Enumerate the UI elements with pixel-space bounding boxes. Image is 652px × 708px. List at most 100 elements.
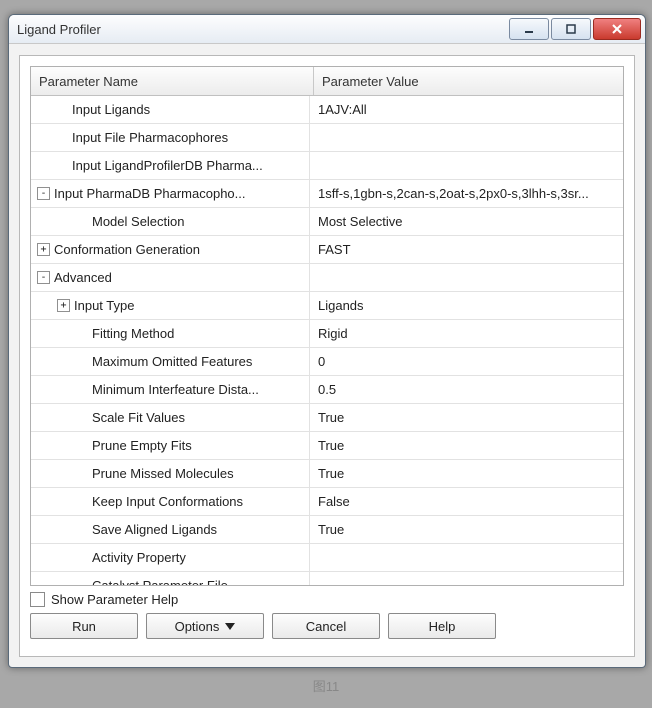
parameter-value: Ligands bbox=[318, 298, 364, 313]
parameter-value-cell[interactable]: 1sff-s,1gbn-s,2can-s,2oat-s,2px0-s,3lhh-… bbox=[310, 180, 623, 207]
parameter-name: Input PharmaDB Pharmacopho... bbox=[54, 186, 246, 201]
parameter-value-cell[interactable]: True bbox=[310, 460, 623, 487]
parameter-name: Input File Pharmacophores bbox=[72, 130, 228, 145]
parameter-value-cell[interactable] bbox=[310, 264, 623, 291]
parameter-name: Scale Fit Values bbox=[92, 410, 185, 425]
parameter-name-cell[interactable]: Input Ligands bbox=[31, 96, 310, 123]
parameter-value-cell[interactable]: Most Selective bbox=[310, 208, 623, 235]
parameter-row[interactable]: Catalyst Parameter File bbox=[31, 572, 623, 586]
parameter-value-cell[interactable] bbox=[310, 152, 623, 179]
expander-placeholder bbox=[77, 552, 88, 563]
parameter-name-cell[interactable]: Maximum Omitted Features bbox=[31, 348, 310, 375]
parameter-row[interactable]: + Conformation Generation FAST bbox=[31, 236, 623, 264]
help-label: Help bbox=[429, 619, 456, 634]
parameter-value-cell[interactable]: Rigid bbox=[310, 320, 623, 347]
cancel-button[interactable]: Cancel bbox=[272, 613, 380, 639]
close-button[interactable] bbox=[593, 18, 641, 40]
parameter-grid[interactable]: Parameter Name Parameter Value Input Lig… bbox=[30, 66, 624, 586]
expander-placeholder bbox=[57, 104, 68, 115]
expander-placeholder bbox=[77, 412, 88, 423]
parameter-row[interactable]: Fitting MethodRigid bbox=[31, 320, 623, 348]
parameter-value-cell[interactable]: Ligands bbox=[310, 292, 623, 319]
parameter-row[interactable]: Input Ligands 1AJV:All bbox=[31, 96, 623, 124]
parameter-value: 1sff-s,1gbn-s,2can-s,2oat-s,2px0-s,3lhh-… bbox=[318, 186, 589, 201]
parameter-row[interactable]: Prune Empty Fits True bbox=[31, 432, 623, 460]
caret-down-icon bbox=[225, 623, 235, 630]
parameter-value-cell[interactable] bbox=[310, 544, 623, 571]
parameter-name-cell[interactable]: Input LigandProfilerDB Pharma... bbox=[31, 152, 310, 179]
parameter-value-cell[interactable]: True bbox=[310, 432, 623, 459]
parameter-value-cell[interactable]: FAST bbox=[310, 236, 623, 263]
collapse-icon[interactable]: - bbox=[37, 187, 50, 200]
parameter-name-cell[interactable]: + Input Type bbox=[31, 292, 310, 319]
run-button[interactable]: Run bbox=[30, 613, 138, 639]
parameter-value-cell[interactable]: 1AJV:All bbox=[310, 96, 623, 123]
parameter-value: True bbox=[318, 438, 344, 453]
parameter-row[interactable]: Prune Missed Molecules True bbox=[31, 460, 623, 488]
expand-icon[interactable]: + bbox=[37, 243, 50, 256]
parameter-row[interactable]: Activity Property bbox=[31, 544, 623, 572]
parameter-name: Input LigandProfilerDB Pharma... bbox=[72, 158, 263, 173]
parameter-row[interactable]: -Advanced bbox=[31, 264, 623, 292]
parameter-value-cell[interactable]: 0.5 bbox=[310, 376, 623, 403]
parameter-value-cell[interactable] bbox=[310, 572, 623, 586]
parameter-value: True bbox=[318, 410, 344, 425]
parameter-value-cell[interactable]: 0 bbox=[310, 348, 623, 375]
parameter-value: 0 bbox=[318, 354, 325, 369]
parameter-row[interactable]: Save Aligned Ligands True bbox=[31, 516, 623, 544]
parameter-name-cell[interactable]: Save Aligned Ligands bbox=[31, 516, 310, 543]
parameter-value: True bbox=[318, 466, 344, 481]
parameter-name-cell[interactable]: + Conformation Generation bbox=[31, 236, 310, 263]
expander-placeholder bbox=[77, 580, 88, 586]
parameter-name-cell[interactable]: Fitting Method bbox=[31, 320, 310, 347]
parameter-name-cell[interactable]: Activity Property bbox=[31, 544, 310, 571]
column-header-name[interactable]: Parameter Name bbox=[31, 67, 314, 95]
expander-placeholder bbox=[77, 524, 88, 535]
parameter-row[interactable]: Maximum Omitted Features 0 bbox=[31, 348, 623, 376]
parameter-name-cell[interactable]: -Input PharmaDB Pharmacopho... bbox=[31, 180, 310, 207]
parameter-row[interactable]: Minimum Interfeature Dista...0.5 bbox=[31, 376, 623, 404]
parameter-name: Save Aligned Ligands bbox=[92, 522, 217, 537]
parameter-name-cell[interactable]: Prune Empty Fits bbox=[31, 432, 310, 459]
parameter-row[interactable]: Model SelectionMost Selective bbox=[31, 208, 623, 236]
parameter-value-cell[interactable]: True bbox=[310, 404, 623, 431]
client-area: Parameter Name Parameter Value Input Lig… bbox=[19, 55, 635, 657]
parameter-value-cell[interactable]: False bbox=[310, 488, 623, 515]
parameter-row[interactable]: Keep Input Conformations False bbox=[31, 488, 623, 516]
parameter-row[interactable]: Input LigandProfilerDB Pharma... bbox=[31, 152, 623, 180]
parameter-name-cell[interactable]: -Advanced bbox=[31, 264, 310, 291]
parameter-name: Keep Input Conformations bbox=[92, 494, 243, 509]
parameter-name-cell[interactable]: Input File Pharmacophores bbox=[31, 124, 310, 151]
parameter-value-cell[interactable]: True bbox=[310, 516, 623, 543]
parameter-name: Conformation Generation bbox=[54, 242, 200, 257]
parameter-name-cell[interactable]: Minimum Interfeature Dista... bbox=[31, 376, 310, 403]
expander-placeholder bbox=[77, 216, 88, 227]
parameter-name-cell[interactable]: Prune Missed Molecules bbox=[31, 460, 310, 487]
maximize-button[interactable] bbox=[551, 18, 591, 40]
expand-icon[interactable]: + bbox=[57, 299, 70, 312]
parameter-name: Input Type bbox=[74, 298, 134, 313]
parameter-name-cell[interactable]: Keep Input Conformations bbox=[31, 488, 310, 515]
parameter-name-cell[interactable]: Catalyst Parameter File bbox=[31, 572, 310, 586]
parameter-name-cell[interactable]: Model Selection bbox=[31, 208, 310, 235]
titlebar[interactable]: Ligand Profiler bbox=[9, 15, 645, 44]
parameter-name: Input Ligands bbox=[72, 102, 150, 117]
figure-caption: 图11 bbox=[0, 676, 652, 695]
minimize-button[interactable] bbox=[509, 18, 549, 40]
options-button[interactable]: Options bbox=[146, 613, 264, 639]
show-parameter-help-row[interactable]: Show Parameter Help bbox=[30, 592, 624, 607]
dialog-window: Ligand Profiler Parameter Name Parameter… bbox=[8, 14, 646, 668]
parameter-row[interactable]: + Input Type Ligands bbox=[31, 292, 623, 320]
parameter-row[interactable]: -Input PharmaDB Pharmacopho... 1sff-s,1gb… bbox=[31, 180, 623, 208]
parameter-row[interactable]: Input File Pharmacophores bbox=[31, 124, 623, 152]
column-header-value[interactable]: Parameter Value bbox=[314, 67, 623, 95]
expander-placeholder bbox=[77, 356, 88, 367]
parameter-name-cell[interactable]: Scale Fit Values bbox=[31, 404, 310, 431]
help-button[interactable]: Help bbox=[388, 613, 496, 639]
collapse-icon[interactable]: - bbox=[37, 271, 50, 284]
parameter-value-cell[interactable] bbox=[310, 124, 623, 151]
grid-header: Parameter Name Parameter Value bbox=[31, 67, 623, 96]
parameter-row[interactable]: Scale Fit Values True bbox=[31, 404, 623, 432]
show-parameter-help-checkbox[interactable] bbox=[30, 592, 45, 607]
parameter-name: Catalyst Parameter File bbox=[92, 578, 228, 586]
